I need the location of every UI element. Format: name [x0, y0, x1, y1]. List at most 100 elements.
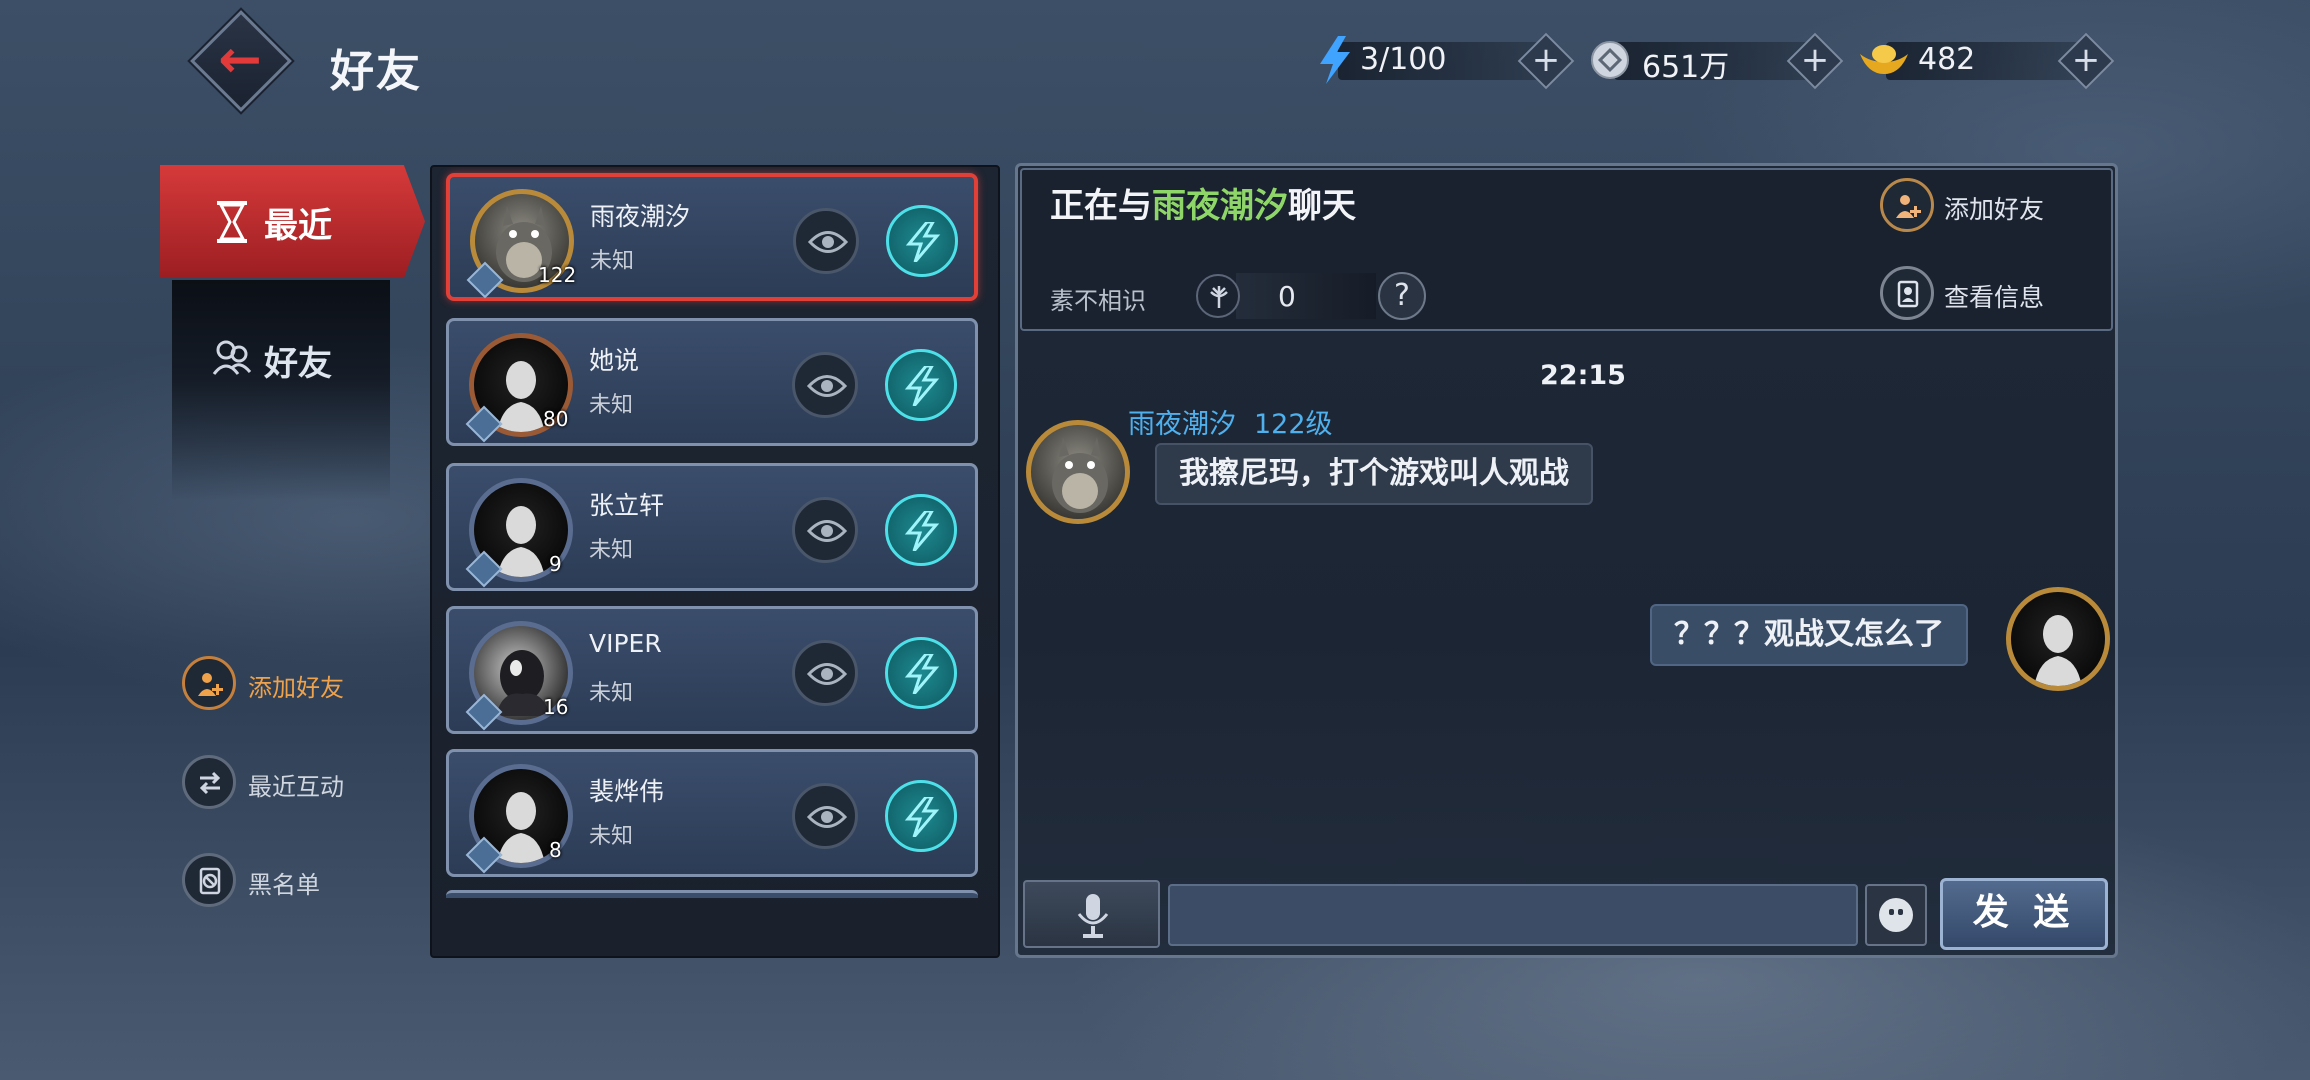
view-info-button[interactable]: 查看信息 — [1880, 266, 2080, 320]
profile-card-icon — [1897, 280, 1919, 308]
blacklist-label: 黑名单 — [248, 871, 320, 899]
silhouette-avatar-icon — [2034, 615, 2082, 686]
add-friend-side-button[interactable]: 添加好友 — [182, 656, 382, 712]
friend-status: 未知 — [590, 249, 635, 274]
hourglass-icon — [217, 201, 247, 243]
relationship-label: 素不相识 — [1050, 287, 1146, 315]
recent-interaction-label: 最近互动 — [248, 773, 344, 801]
blacklist-icon — [199, 867, 221, 895]
coin-icon — [1591, 41, 1629, 79]
page-title: 好友 — [330, 46, 422, 97]
friend-card[interactable]: 80 她说 未知 — [446, 318, 978, 446]
stamina-value: 3/100 — [1360, 42, 1447, 77]
friend-name: VIPER — [589, 629, 662, 658]
friend-card[interactable]: 16 VIPER 未知 — [446, 606, 978, 734]
chat-title: 正在与雨夜潮汐聊天 — [1050, 178, 1356, 227]
coin-resource: 651万 + — [1590, 32, 1844, 90]
eye-icon — [807, 375, 847, 397]
relationship-value: 0 — [1278, 280, 1296, 313]
friend-name: 她说 — [589, 346, 640, 375]
outgoing-message-bubble: ？？？观战又怎么了 — [1650, 604, 1968, 666]
message-input[interactable] — [1168, 884, 1858, 946]
microphone-icon — [1077, 894, 1109, 938]
sender-name: 雨夜潮汐 — [1128, 409, 1236, 440]
spectate-button[interactable] — [792, 497, 858, 563]
lightning-icon — [904, 511, 940, 551]
friend-status: 未知 — [589, 393, 634, 418]
silhouette-avatar-icon — [497, 361, 545, 432]
emoji-button[interactable] — [1865, 884, 1927, 946]
stamina-resource: 3/100 + — [1318, 32, 1575, 90]
friends-icon — [212, 340, 252, 375]
silhouette-avatar-icon — [497, 506, 545, 577]
add-friend-icon — [198, 673, 223, 696]
spectate-button[interactable] — [793, 208, 859, 274]
tab-friends[interactable] — [172, 280, 390, 500]
friend-name: 裴烨伟 — [589, 777, 665, 806]
level-badge: 122 — [538, 263, 577, 287]
lightning-icon — [1320, 36, 1350, 84]
swap-icon — [199, 771, 221, 795]
lightning-icon — [904, 654, 940, 694]
message-timestamp: 22:15 — [1540, 360, 1626, 391]
friend-card[interactable]: 9 张立轩 未知 — [446, 463, 978, 591]
add-friend-label: 添加好友 — [1944, 195, 2045, 224]
chat-title-prefix: 正在与 — [1050, 186, 1152, 226]
totoro-avatar-icon — [1052, 437, 1108, 513]
level-badge: 16 — [543, 695, 569, 719]
friend-card-partial — [446, 890, 978, 898]
level-badge: 9 — [549, 552, 562, 576]
relationship-value-box — [1236, 273, 1376, 319]
challenge-button[interactable] — [885, 780, 957, 852]
friend-card[interactable]: 122 雨夜潮汐 未知 — [446, 173, 978, 301]
level-badge: 8 — [549, 838, 562, 862]
message-sender: 雨夜潮汐 122级 — [1128, 402, 1333, 441]
spectate-button[interactable] — [792, 783, 858, 849]
sender-avatar[interactable] — [1026, 420, 1130, 524]
friend-status: 未知 — [589, 824, 634, 849]
tab-recent-label: 最近 — [264, 206, 332, 246]
back-arrow-icon[interactable]: ← — [208, 34, 272, 86]
lightning-icon — [905, 222, 941, 262]
challenge-button[interactable] — [885, 349, 957, 421]
own-avatar[interactable] — [2006, 587, 2110, 691]
tab-friends-label: 好友 — [264, 344, 332, 384]
add-friend-icon — [1896, 195, 1921, 218]
spectate-button[interactable] — [792, 640, 858, 706]
add-friend-side-label: 添加好友 — [248, 674, 344, 702]
intimacy-icon — [1196, 274, 1240, 318]
gold-resource: 482 + — [1858, 32, 2115, 90]
challenge-button[interactable] — [885, 494, 957, 566]
coin-value: 651万 — [1642, 50, 1730, 85]
friend-status: 未知 — [589, 681, 634, 706]
gold-ingot-icon — [1860, 45, 1908, 74]
incoming-message-bubble: 我擦尼玛，打个游戏叫人观战 — [1155, 443, 1593, 505]
challenge-button[interactable] — [885, 637, 957, 709]
silhouette-avatar-icon — [497, 792, 545, 863]
view-info-label: 查看信息 — [1944, 283, 2045, 312]
send-button[interactable]: 发 送 — [1940, 878, 2108, 950]
eye-icon — [807, 806, 847, 828]
chat-partner-name: 雨夜潮汐 — [1152, 186, 1288, 226]
eye-icon — [807, 520, 847, 542]
eye-icon — [807, 663, 847, 685]
lightning-icon — [904, 797, 940, 837]
lightning-icon — [904, 366, 940, 406]
add-friend-button[interactable]: 添加好友 — [1880, 178, 2080, 232]
level-badge: 80 — [543, 407, 569, 431]
chat-title-suffix: 聊天 — [1288, 186, 1356, 226]
recent-interaction-button[interactable]: 最近互动 — [182, 755, 382, 811]
sender-level: 122级 — [1254, 409, 1333, 440]
help-button[interactable]: ? — [1378, 272, 1426, 320]
eye-icon — [808, 231, 848, 253]
challenge-button[interactable] — [886, 205, 958, 277]
friend-name: 雨夜潮汐 — [590, 202, 691, 231]
friend-name: 张立轩 — [589, 491, 665, 520]
friend-status: 未知 — [589, 538, 634, 563]
friend-card[interactable]: 8 裴烨伟 未知 — [446, 749, 978, 877]
voice-button[interactable] — [1023, 880, 1160, 948]
gold-value: 482 — [1918, 42, 1976, 77]
emoji-icon — [1879, 898, 1913, 932]
blacklist-button[interactable]: 黑名单 — [182, 853, 382, 909]
spectate-button[interactable] — [792, 352, 858, 418]
